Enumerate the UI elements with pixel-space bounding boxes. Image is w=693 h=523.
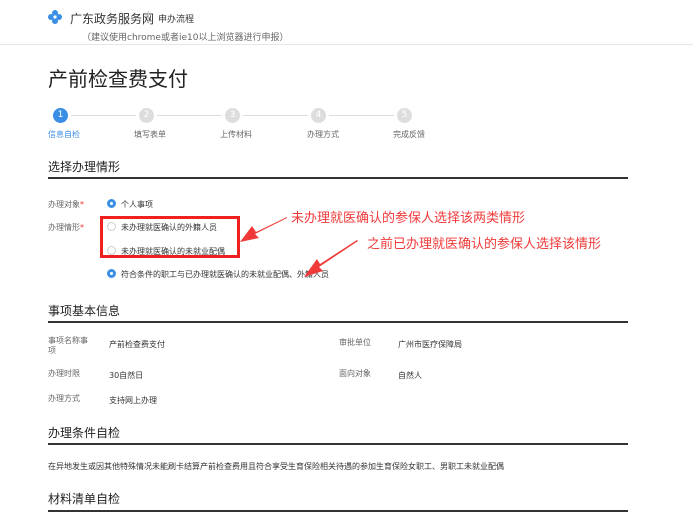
- annotation-note-2: 之前已办理就医确认的参保人选择该情形: [367, 237, 602, 252]
- field-label: 审批单位: [339, 338, 371, 347]
- field-value: 自然人: [398, 371, 422, 380]
- field-label: 办理方式: [48, 394, 80, 403]
- field-label: 办理时限: [48, 369, 80, 378]
- field-value: 产前检查费支付: [109, 340, 165, 349]
- materials-heading: 材料清单自检: [48, 492, 121, 506]
- field-label: 事项名称事项: [48, 336, 88, 355]
- conditions-text: 在异地发生或因其他特殊情况未能刷卡结算产前检查费用且符合享受生育保险相关待遇的参…: [48, 462, 504, 471]
- section-divider: [48, 321, 628, 323]
- section-divider: [48, 443, 628, 445]
- field-value: 30自然日: [109, 371, 144, 380]
- basic-info-heading: 事项基本信息: [48, 304, 121, 318]
- field-value: 支持网上办理: [109, 396, 157, 405]
- section-divider: [48, 510, 628, 512]
- field-value: 广州市医疗保障局: [398, 340, 462, 349]
- annotation-note-1: 未办理就医确认的参保人选择该两类情形: [291, 211, 526, 226]
- conditions-heading: 办理条件自检: [48, 426, 121, 440]
- field-label: 面向对象: [339, 369, 371, 378]
